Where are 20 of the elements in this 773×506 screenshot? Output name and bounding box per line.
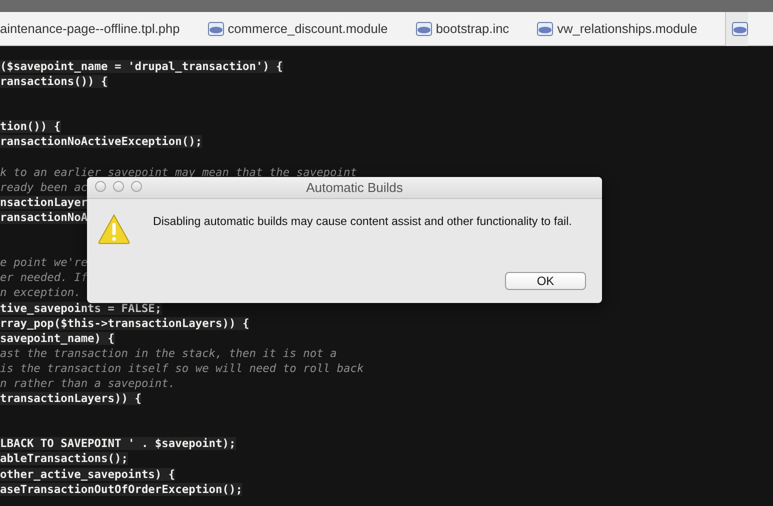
editor-tab[interactable]: bootstrap.inc [416,21,510,36]
code-comment: n rather than a savepoint. [0,376,176,390]
minimize-icon[interactable] [113,181,124,192]
code-comment: k to an earlier savepoint may mean that the savepoint [0,166,357,179]
dialog-message: Disabling automatic builds may cause content assist and other functionality to fail. [153,214,572,228]
code-comment: n exception. [0,286,81,300]
editor-tab[interactable]: aintenance-page--offline.tpl.php [0,21,180,36]
ok-button[interactable]: OK [505,272,586,290]
zoom-icon[interactable] [131,181,142,192]
warning-icon [97,213,131,245]
code-comment: ast the transaction in the stack, then it is not a [0,346,337,360]
php-file-icon[interactable] [732,22,748,36]
code-comment: er needed. If [0,271,88,284]
close-icon[interactable] [95,181,106,192]
code-comment: is the transaction itself so we will need to roll back [0,362,364,375]
dialog-title: Automatic Builds [305,180,403,195]
editor-tab[interactable]: vw_relationships.module [537,21,698,36]
editor-tab[interactable]: commerce_discount.module [208,21,388,36]
code-comment: ready been ac [0,180,88,194]
code-comment: e point we're [0,256,88,270]
